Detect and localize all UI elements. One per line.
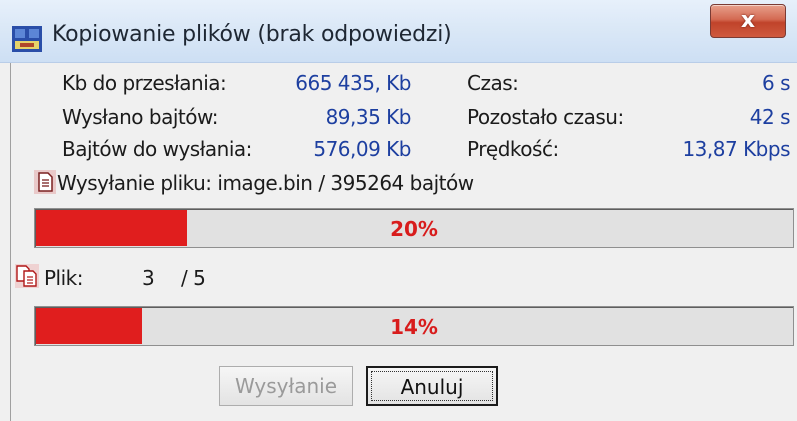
file-progress-percent: 20% [390,217,438,241]
app-icon [12,26,42,52]
sent-bytes-value: 89,35 Kb [325,105,412,129]
title-bar[interactable]: Kopiowanie plików (brak odpowiedzi) x [0,0,797,63]
time-label: Czas: [467,71,519,95]
focus-rectangle [371,371,493,401]
file-counter-total: / 5 [181,266,206,290]
remaining-bytes-label: Bajtów do wysłania: [62,137,252,161]
speed-label: Prędkość: [467,137,559,161]
time-value: 6 s [761,71,791,95]
copy-files-icon [15,264,39,288]
close-button[interactable]: x [710,4,786,38]
document-icon [34,170,56,194]
kb-to-send-label: Kb do przesłania: [62,71,227,95]
sent-bytes-label: Wysłano bajtów: [62,105,218,129]
current-file-status: Wysyłanie pliku: image.bin / 395264 bajt… [57,171,474,195]
window-title: Kopiowanie plików (brak odpowiedzi) [52,22,452,47]
time-left-value: 42 s [749,105,791,129]
time-left-label: Pozostało czasu: [467,105,624,129]
close-icon: x [740,8,756,33]
file-counter-current: 3 [142,266,155,290]
kb-to-send-value: 665 435, Kb [295,71,411,95]
cancel-button[interactable]: Anuluj [366,366,498,406]
total-progress-percent: 14% [390,315,438,339]
total-progress-bar: 14% [34,306,794,346]
file-counter-label: Plik: [44,266,84,290]
speed-value: 13,87 Kbps [682,137,790,161]
file-progress-bar: 20% [34,208,794,248]
send-button[interactable]: Wysyłanie [219,366,353,406]
remaining-bytes-value: 576,09 Kb [313,137,411,161]
